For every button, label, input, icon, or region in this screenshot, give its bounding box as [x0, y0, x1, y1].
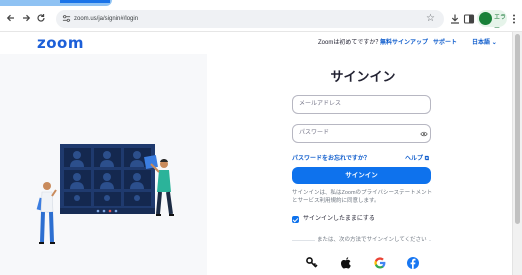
reload-icon[interactable]	[34, 11, 48, 25]
divider-text: または、次の方法でサインインしてください	[315, 236, 429, 245]
language-selector[interactable]: 日本語 ⌄	[472, 39, 497, 47]
page-title: サインイン	[330, 70, 396, 85]
scrollbar-thumb[interactable]	[515, 34, 520, 224]
menu-kebab-icon[interactable]	[510, 12, 518, 24]
facebook-icon[interactable]	[406, 256, 420, 270]
key-icon[interactable]	[305, 256, 319, 270]
keep-signed-in-checkbox[interactable]	[292, 216, 299, 223]
zoom-logo[interactable]: zoom	[37, 34, 84, 52]
address-bar[interactable]: zoom.us/ja/signin#/login ☆	[56, 10, 444, 28]
help-link[interactable]: ヘルプ ⧉	[405, 155, 429, 163]
terms-suffix: に同意します。	[341, 198, 380, 204]
external-link-icon: ⧉	[424, 156, 429, 162]
keep-signed-in-label[interactable]: サインインしたままにする	[303, 215, 375, 224]
site-header: zoom Zoomは初めてですか？ 無料サインアップ サポート 日本語 ⌄	[0, 32, 512, 54]
terms-prefix: サインインは、私はZoomの	[292, 190, 362, 196]
avatar	[479, 12, 492, 25]
illustration-panel	[0, 54, 207, 275]
profile-button[interactable]: エラー	[477, 10, 507, 32]
sso-divider: または、次の方法でサインインしてください	[292, 236, 431, 246]
apple-icon[interactable]	[339, 256, 353, 270]
url-text: zoom.us/ja/signin#/login	[74, 16, 139, 22]
email-placeholder: メールアドレス	[299, 101, 342, 107]
browser-toolbar: zoom.us/ja/signin#/login ☆ エラー	[0, 6, 522, 32]
help-label: ヘルプ	[405, 156, 424, 162]
first-time-text: Zoomは初めてですか？	[318, 40, 382, 46]
privacy-statement-link[interactable]: プライバシーステートメント	[361, 190, 432, 196]
terms-text: サインインは、私はZoomのプライバシーステートメントとサービス利用規約に同意し…	[292, 189, 437, 205]
tab-underline	[60, 0, 110, 3]
terms-of-service-link[interactable]: サービス利用規約	[298, 198, 342, 204]
bookmark-star-icon[interactable]: ☆	[426, 12, 435, 26]
site-info-icon[interactable]	[62, 14, 71, 23]
forward-icon[interactable]	[19, 11, 33, 25]
password-placeholder: パスワード	[299, 130, 330, 136]
google-icon[interactable]	[373, 256, 387, 270]
free-signup-link[interactable]: 無料サインアップ	[380, 39, 428, 47]
video-conference-illustration	[36, 144, 174, 244]
chevron-down-icon: ⌄	[491, 40, 497, 46]
download-icon[interactable]	[449, 12, 461, 24]
back-icon[interactable]	[4, 11, 18, 25]
forgot-password-link[interactable]: パスワードをお忘れですか？	[292, 155, 370, 163]
signin-button[interactable]: サインイン	[292, 167, 431, 184]
email-field[interactable]: メールアドレス	[292, 95, 431, 114]
password-field[interactable]: パスワード	[292, 124, 431, 143]
page-scrollbar[interactable]	[512, 32, 522, 275]
show-password-icon[interactable]	[420, 130, 428, 138]
sidepanel-icon[interactable]	[463, 12, 475, 24]
support-link[interactable]: サポート	[433, 39, 457, 47]
language-label: 日本語	[472, 40, 491, 46]
